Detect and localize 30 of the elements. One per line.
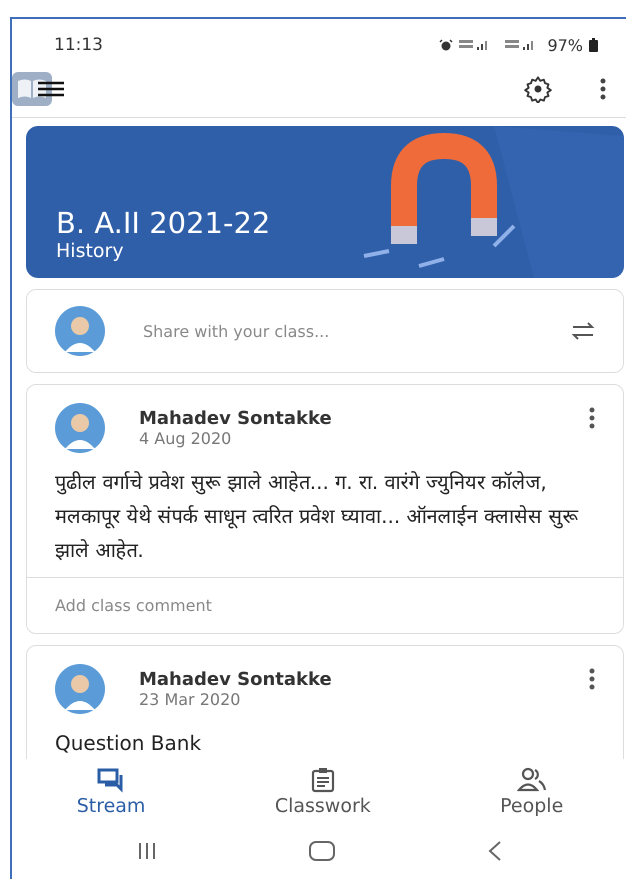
class-subject: History	[56, 240, 125, 262]
avatar-icon	[55, 306, 105, 356]
post-date: 4 Aug 2020	[139, 429, 232, 448]
more-options-icon[interactable]	[600, 78, 606, 100]
class-title: B. A.II 2021-22	[56, 206, 270, 240]
battery-icon	[589, 38, 598, 52]
post-date: 23 Mar 2020	[139, 690, 242, 709]
post-author: Mahadev Sontakke	[139, 408, 333, 429]
nav-tab[interactable]: Classwork	[264, 767, 381, 829]
avatar-icon	[55, 403, 105, 453]
post-text: Question Bank	[55, 730, 202, 757]
battery-percentage: 97%	[547, 36, 583, 54]
avatar-icon	[55, 664, 105, 714]
post-text: पुढील वर्गाचे प्रवेश सुरू झाले आहेत... ग. रा. वारंगे ज्युनियर कॉलेज, मलकापूर येथे संपर्क साधून त्वरित प्रवेश घ्यावा... ऑनलाईन क्लासेस सुरू झाले आहेत.	[55, 469, 580, 564]
post-author: Mahadev Sontakke	[139, 669, 333, 690]
alarm-icon	[439, 39, 454, 51]
home-icon[interactable]	[308, 841, 335, 861]
more-options-icon[interactable]	[589, 668, 595, 690]
status-time: 11:13	[54, 35, 103, 55]
book-icon	[12, 72, 52, 106]
menu-icon[interactable]	[38, 81, 64, 97]
people-icon	[516, 767, 547, 793]
settings-icon[interactable]	[524, 75, 552, 103]
nav-tab[interactable]: People	[490, 767, 574, 829]
more-options-icon[interactable]	[589, 407, 595, 429]
clipboard-icon	[310, 767, 335, 793]
recent-apps-icon[interactable]	[138, 843, 156, 859]
repost-icon[interactable]	[571, 320, 595, 342]
nav-tab[interactable]: Stream	[66, 767, 156, 829]
back-icon[interactable]	[488, 841, 502, 861]
